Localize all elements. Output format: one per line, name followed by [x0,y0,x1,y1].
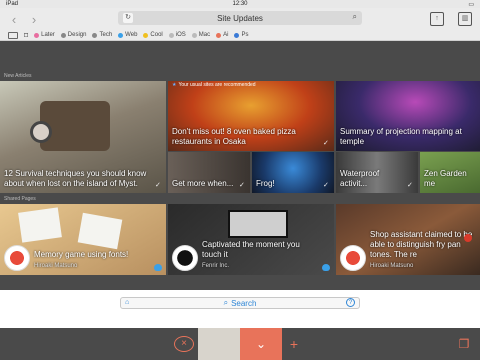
mark-read-icon[interactable]: ✓ [155,182,163,190]
article-title: Don't miss out! 8 oven baked pizza resta… [172,127,296,146]
article-tile[interactable]: 12 Survival techniques you should know a… [0,81,166,193]
mark-read-icon[interactable]: ✓ [323,182,331,190]
section-new-articles: New Articles [4,73,32,79]
share-icon[interactable]: ↑ [430,12,444,26]
article-tile[interactable]: Zen Garden me [420,152,480,193]
tag-dot [60,32,66,38]
avatar [340,245,366,271]
tag-dot [34,32,40,38]
article-title: Get more when... [172,179,234,188]
article-title: Frog! [256,179,275,188]
article-tile[interactable]: Frog! ✓ [252,152,334,193]
tag-ps[interactable]: Ps [234,32,248,38]
twitter-icon [154,264,162,271]
tab-thumbnail[interactable] [198,328,240,360]
reload-icon[interactable]: ↻ [123,13,133,23]
article-image [77,212,123,250]
search-icon[interactable]: ⌕ [353,12,357,22]
bookmark-icon[interactable]: ⌑ [24,31,28,40]
recommend-banner: ★ Your usual sites are recommended [172,82,256,88]
article-tile[interactable]: Get more when... ✓ [168,152,250,193]
tag-cool[interactable]: Cool [143,32,163,38]
shared-tile[interactable]: Captivated the moment you touch it Fenrir… [168,204,334,275]
close-icon[interactable]: × [174,336,194,352]
tag-dot [168,32,174,38]
shared-title: Shop assistant claimed to be able to dis… [370,230,473,269]
tabs-icon[interactable] [8,31,18,39]
status-bar: iPad 12:30 ▭ [0,0,480,8]
tag-web[interactable]: Web [118,32,137,38]
page-title: Site Updates [217,13,263,23]
tabs-icon[interactable]: ❐ [454,336,474,352]
shared-tile[interactable]: Shop assistant claimed to be able to dis… [336,204,480,275]
home-icon[interactable]: ⌂ [125,299,129,306]
address-bar[interactable]: ↻ Site Updates ⌕ [118,11,362,25]
tag-mac[interactable]: Mac [191,32,210,38]
add-tab-button[interactable]: + [284,336,304,352]
tag-design[interactable]: Design [60,32,86,38]
tag-dot [143,32,149,38]
avatar [172,245,198,271]
content-area: New Articles 12 Survival techniques you … [0,41,480,290]
article-title: Waterproof activit... [340,169,380,188]
tag-later[interactable]: Later [34,32,55,38]
toolbar: ‹ › ↻ Site Updates ⌕ ↑ ▥ [0,8,480,30]
tag-dot [92,32,98,38]
tag-tech[interactable]: Tech [92,32,112,38]
twitter-icon [322,264,330,271]
article-image [30,121,52,143]
mark-read-icon[interactable]: ✓ [407,182,415,190]
forward-button[interactable]: › [24,10,44,28]
article-title: Summary of projection mapping at temple [340,127,462,146]
shared-tile[interactable]: Memory game using fonts! Hiroaki Matsuno [0,204,166,275]
shared-title: Captivated the moment you touch it Fenrir… [202,240,300,269]
tag-dot [191,32,197,38]
search-bar[interactable]: ⌂ ⌕ Search ? [120,297,360,309]
tag-dot [216,32,222,38]
article-tile[interactable]: Summary of projection mapping at temple [336,81,480,151]
search-icon: ⌕ [223,298,229,307]
help-icon[interactable]: ? [346,298,355,307]
avatar [4,245,30,271]
pin-icon [464,234,472,242]
back-button[interactable]: ‹ [4,10,24,28]
mark-read-icon[interactable]: ✓ [323,140,331,148]
search-area [0,290,480,328]
article-tile[interactable]: Waterproof activit... ✓ [336,152,418,193]
article-title: Zen Garden me [424,169,467,188]
clock: 12:30 [232,1,248,7]
collapse-button[interactable]: ⌄ [240,328,282,360]
article-image [18,207,62,243]
article-title: 12 Survival techniques you should know a… [4,169,147,188]
tag-dot [118,32,124,38]
bookmarks-icon[interactable]: ▥ [458,12,472,26]
article-image [228,210,288,238]
mark-read-icon[interactable]: ✓ [239,182,247,190]
article-tile[interactable]: ★ Your usual sites are recommended Don't … [168,81,334,151]
star-icon: ★ [172,82,177,88]
tag-ios[interactable]: iOS [168,32,186,38]
search-label: Search [231,298,257,308]
shared-title: Memory game using fonts! Hiroaki Matsuno [34,250,129,269]
tag-bar: ⌑ Later Design Tech Web Cool iOS Mac Ai … [0,30,480,41]
tag-dot [234,32,240,38]
tag-ai[interactable]: Ai [216,32,228,38]
section-shared-pages: Shared Pages [4,196,36,202]
